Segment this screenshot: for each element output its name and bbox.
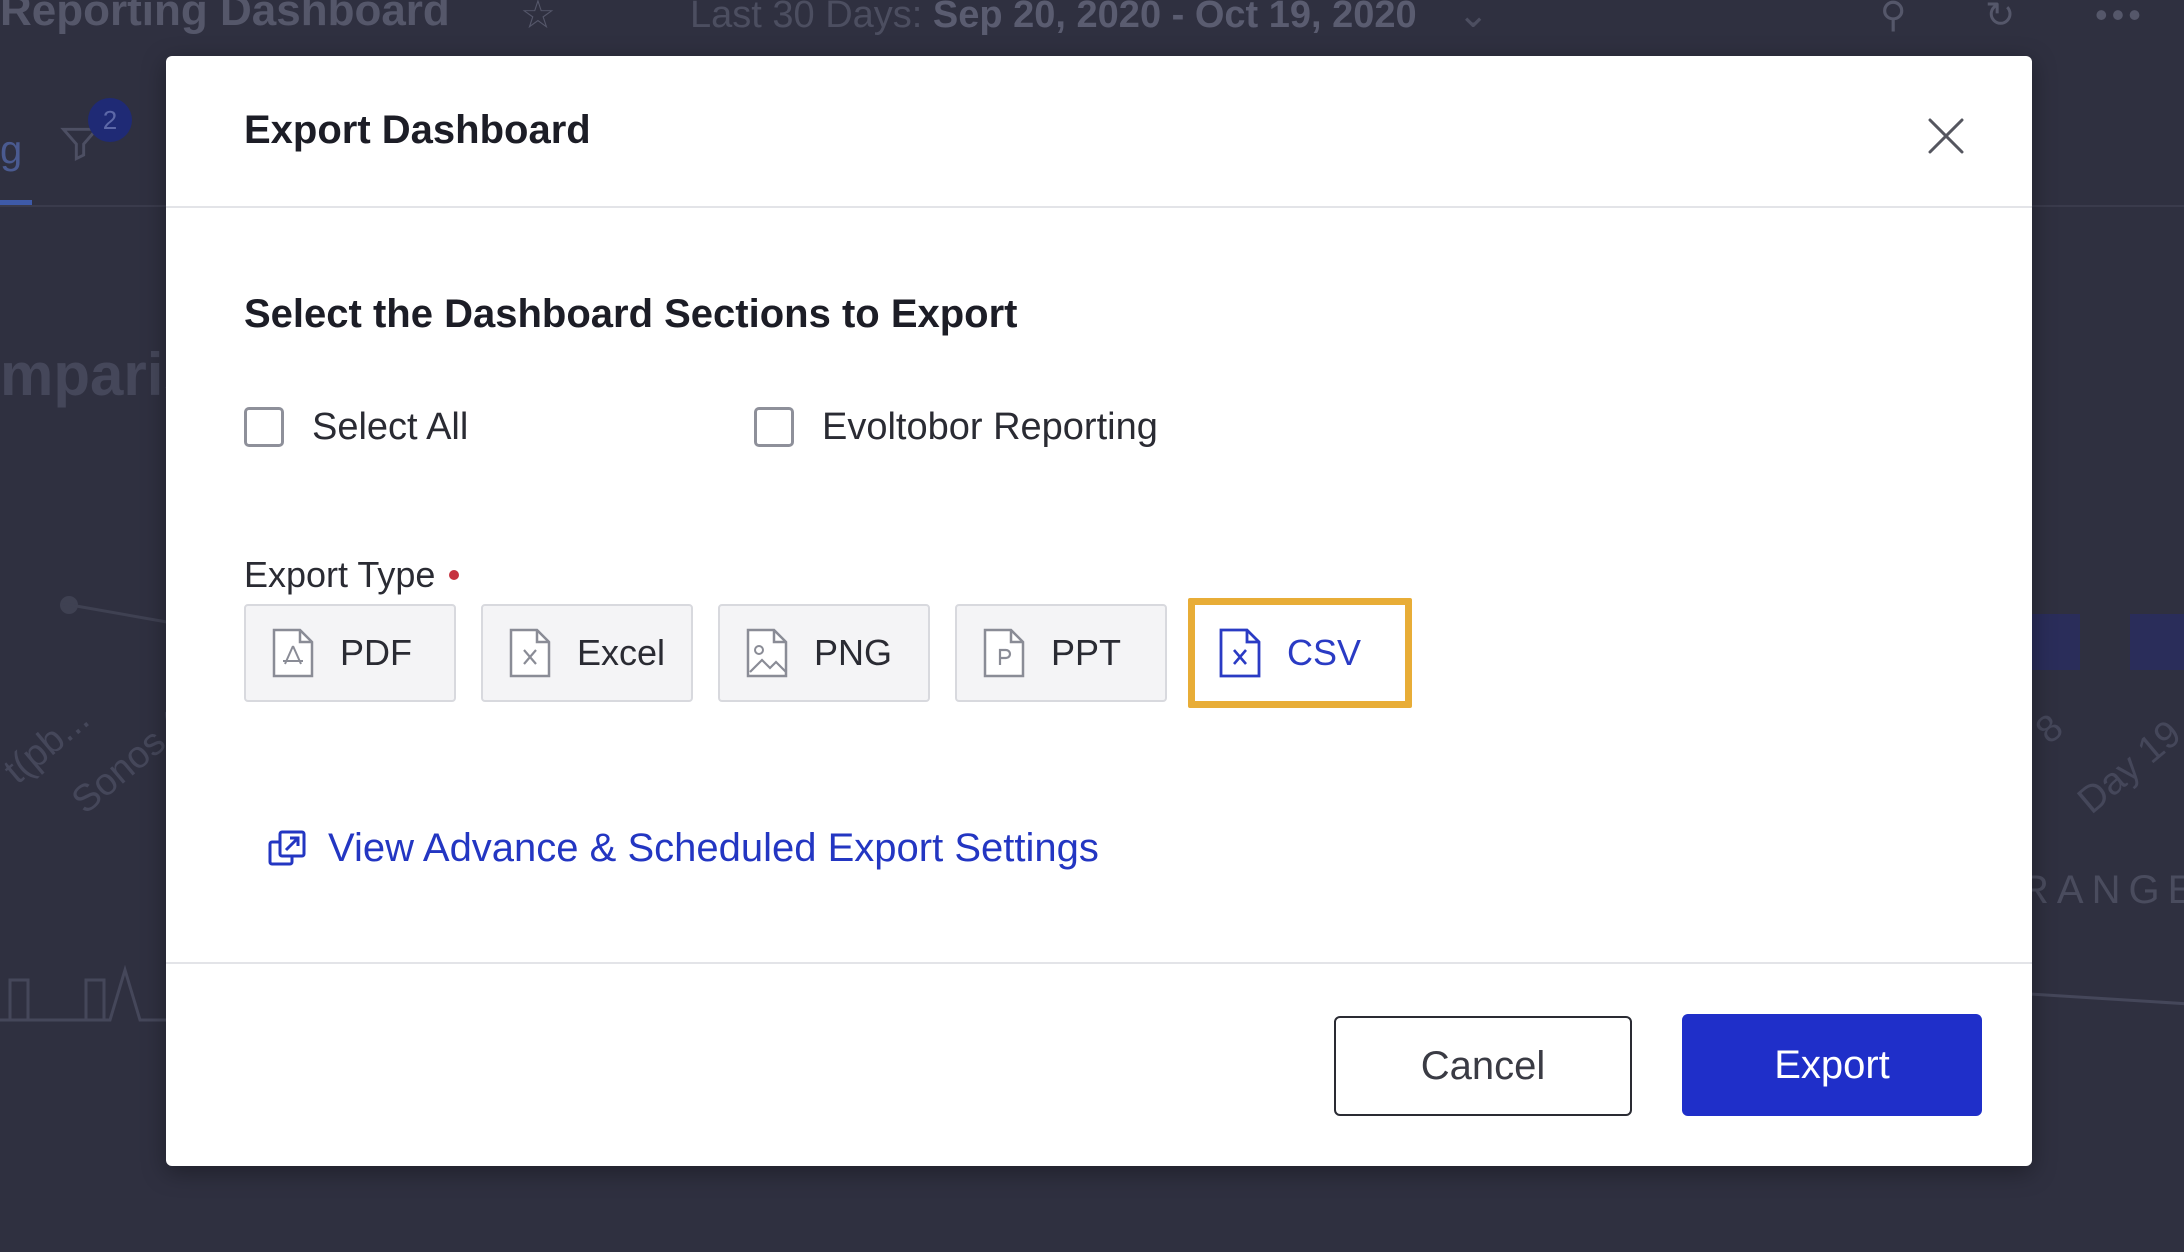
export-type-pdf-button[interactable]: PDF (244, 604, 456, 702)
export-dashboard-modal: Export Dashboard Select the Dashboard Se… (166, 56, 2032, 1166)
footer-divider (166, 962, 2032, 964)
excel-file-icon (507, 628, 553, 678)
dashboard-title: Reporting Dashboard (0, 0, 450, 35)
export-type-pdf-label: PDF (340, 632, 412, 673)
more-icon[interactable]: ••• (2095, 0, 2145, 36)
pdf-file-icon (270, 628, 316, 678)
date-range-prefix: Last 30 Days: (690, 0, 923, 36)
export-type-ppt-label: PPT (1051, 632, 1122, 673)
tab-partial[interactable]: g (0, 128, 22, 173)
close-icon[interactable] (1924, 114, 1968, 158)
advanced-export-settings-link[interactable]: View Advance & Scheduled Export Settings (266, 826, 1099, 871)
range-label-partial: RANGE (2020, 868, 2184, 912)
advanced-export-settings-text: View Advance & Scheduled Export Settings (328, 826, 1099, 870)
date-range-value: Sep 20, 2020 - Oct 19, 2020 (932, 0, 1417, 36)
chart-x-label: 8 (2028, 706, 2072, 753)
export-type-excel-button[interactable]: Excel (481, 604, 693, 702)
select-all-checkbox[interactable] (244, 407, 284, 447)
export-type-csv-label: CSV (1287, 632, 1362, 673)
export-type-png-label: PNG (814, 632, 893, 673)
evoltobor-reporting-label: Evoltobor Reporting (822, 405, 1158, 448)
csv-file-icon (1217, 628, 1263, 678)
export-type-csv-button[interactable]: CSV (1188, 598, 1412, 708)
export-button[interactable]: Export (1682, 1014, 1982, 1116)
export-type-excel-label: Excel (577, 632, 666, 673)
chevron-down-icon: ⌄ (1457, 0, 1490, 36)
filter-count-badge: 2 (88, 98, 132, 142)
required-indicator (449, 570, 460, 581)
date-range-picker[interactable]: Last 30 Days: Sep 20, 2020 - Oct 19, 202… (690, 0, 1489, 37)
sparkline (2030, 992, 2184, 1006)
evoltobor-reporting-checkbox-row[interactable]: Evoltobor Reporting (754, 402, 1158, 452)
refresh-icon[interactable]: ↻ (1985, 0, 2015, 36)
select-all-checkbox-row[interactable]: Select All (244, 402, 468, 452)
chart-line (61, 602, 171, 625)
select-all-label: Select All (312, 405, 469, 448)
export-type-label: Export Type (244, 554, 460, 596)
export-type-ppt-button[interactable]: PPT (955, 604, 1167, 702)
section-title: Select the Dashboard Sections to Export (244, 292, 1018, 336)
cancel-button[interactable]: Cancel (1334, 1016, 1632, 1116)
dashboard-header: Reporting Dashboard ☆ Last 30 Days: Sep … (0, 0, 2184, 56)
image-file-icon (744, 628, 790, 678)
modal-header: Export Dashboard (166, 56, 2032, 208)
chart-bar (2130, 614, 2184, 670)
export-type-text: Export Type (244, 554, 436, 595)
pin-icon[interactable]: ⚲ (1880, 0, 1906, 36)
external-link-icon (266, 828, 308, 870)
export-type-png-button[interactable]: PNG (718, 604, 930, 702)
chart-x-label: Day 19 (2070, 712, 2184, 823)
ppt-file-icon (981, 628, 1027, 678)
star-icon[interactable]: ☆ (520, 0, 556, 38)
modal-title: Export Dashboard (244, 108, 591, 152)
sparkline (0, 964, 180, 1022)
evoltobor-reporting-checkbox[interactable] (754, 407, 794, 447)
